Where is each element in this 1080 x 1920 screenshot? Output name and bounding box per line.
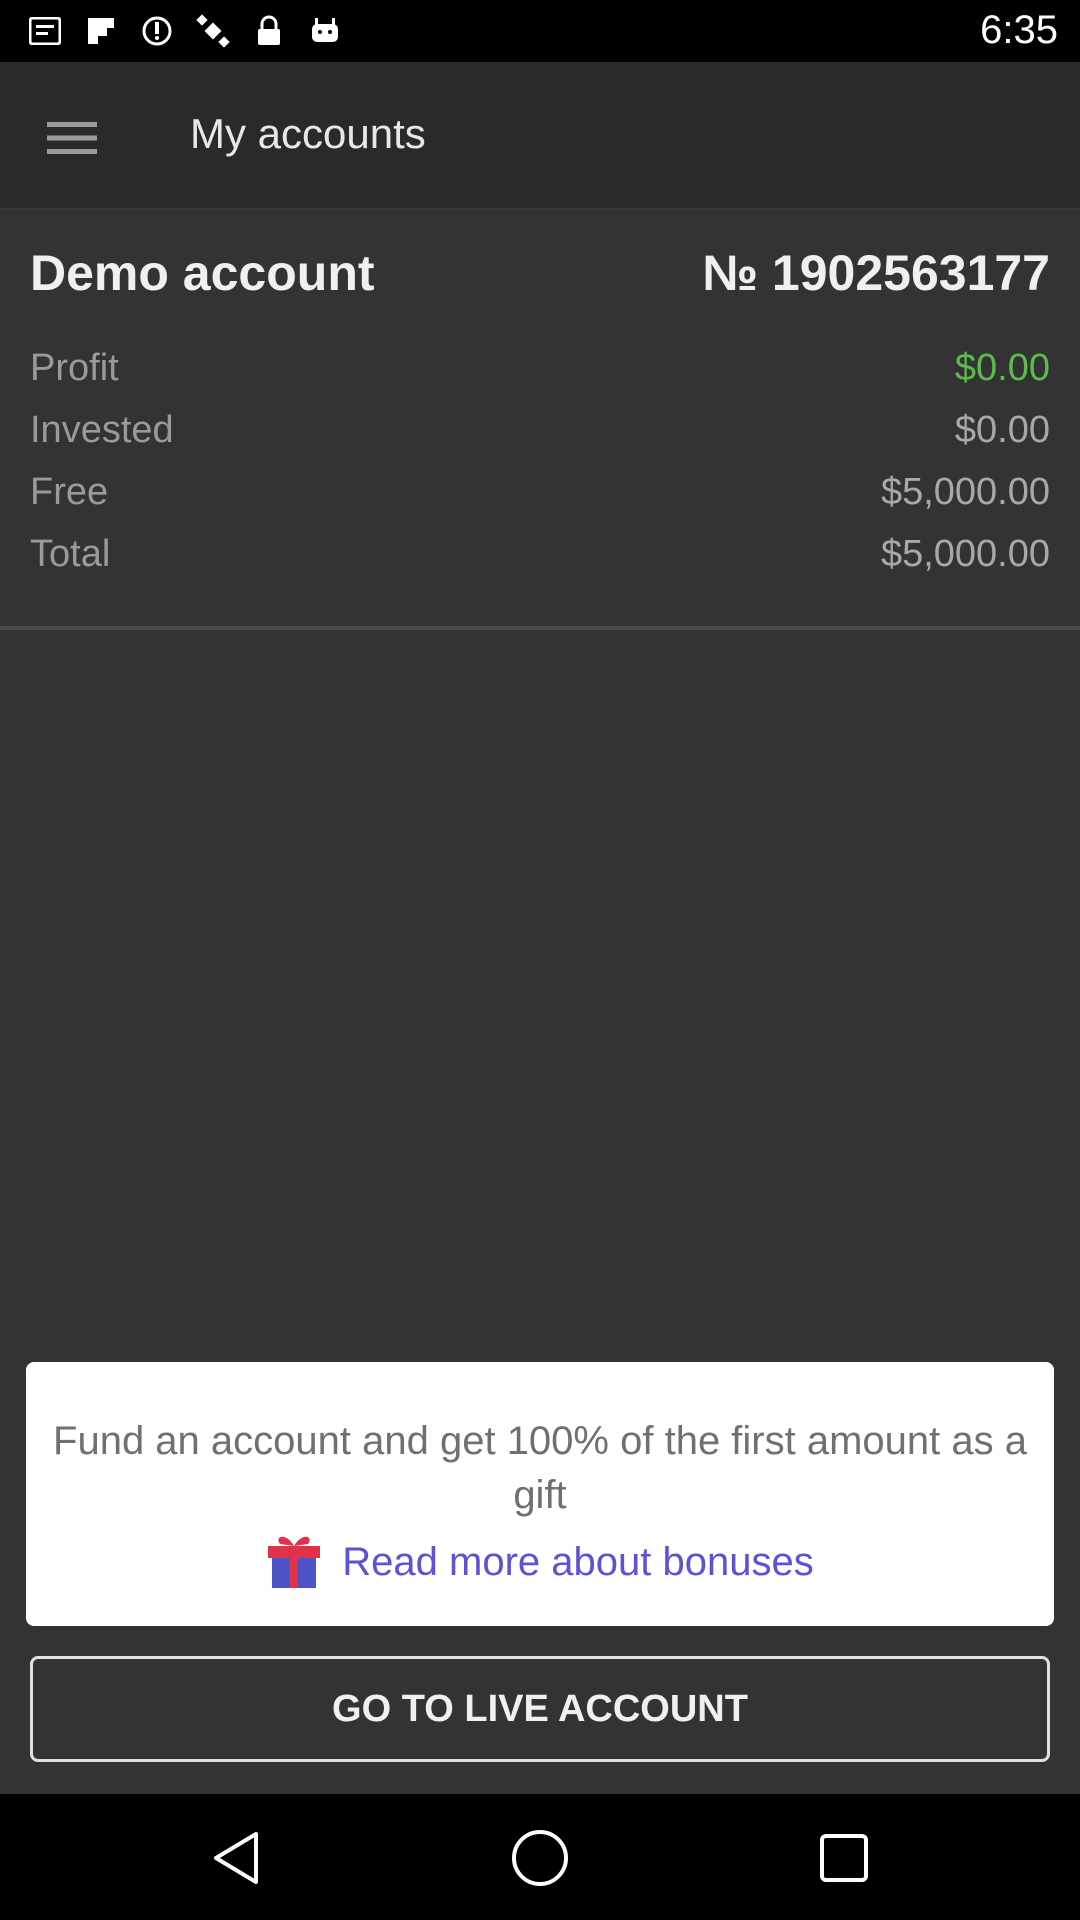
hamburger-menu-icon[interactable]: [40, 106, 104, 170]
android-icon: [308, 14, 342, 48]
invested-value: $0.00: [954, 408, 1050, 451]
navigation-bar: [0, 1794, 1080, 1920]
status-bar: 6:35: [0, 0, 1080, 62]
account-summary: Demo account № 1902563177 Profit $0.00 I…: [0, 210, 1080, 630]
invested-row: Invested $0.00: [30, 402, 1050, 458]
back-icon[interactable]: [200, 1822, 272, 1894]
account-number: № 1902563177: [702, 245, 1050, 301]
gift-icon: [266, 1530, 322, 1595]
notification-icon: [28, 14, 62, 48]
go-to-live-account-button[interactable]: GO TO LIVE ACCOUNT: [30, 1656, 1050, 1762]
home-icon[interactable]: [504, 1822, 576, 1894]
bonus-promo-card: Fund an account and get 100% of the firs…: [26, 1362, 1054, 1626]
free-row: Free $5,000.00: [30, 464, 1050, 520]
total-label: Total: [30, 532, 111, 575]
main-content: Demo account № 1902563177 Profit $0.00 I…: [0, 210, 1080, 1794]
invested-label: Invested: [30, 408, 174, 451]
status-icons: [28, 12, 342, 50]
profit-row: Profit $0.00: [30, 340, 1050, 396]
sync-icon: [140, 14, 174, 48]
lock-icon: [252, 14, 286, 48]
free-label: Free: [30, 470, 109, 513]
total-row: Total $5,000.00: [30, 526, 1050, 582]
free-value: $5,000.00: [880, 470, 1050, 513]
profit-label: Profit: [30, 346, 119, 389]
read-more-bonuses-link[interactable]: Read more about bonuses: [26, 1530, 1054, 1595]
recents-icon[interactable]: [808, 1822, 880, 1894]
total-value: $5,000.00: [880, 532, 1050, 575]
profit-value: $0.00: [954, 346, 1050, 389]
account-name: Demo account: [30, 245, 375, 301]
flipboard-icon: [84, 14, 118, 48]
promo-text: Fund an account and get 100% of the firs…: [53, 1419, 1027, 1517]
read-more-bonuses-label: Read more about bonuses: [342, 1540, 814, 1584]
app-bar: My accounts: [0, 62, 1080, 210]
page-title: My accounts: [190, 110, 426, 157]
status-time: 6:35: [980, 8, 1058, 52]
satellite-icon: [196, 14, 230, 48]
